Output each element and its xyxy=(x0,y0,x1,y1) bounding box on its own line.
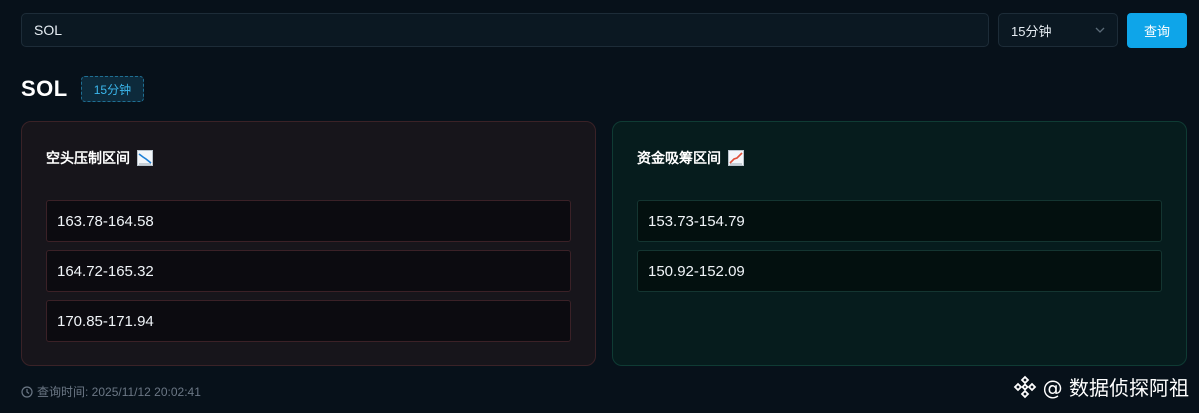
query-button-label: 查询 xyxy=(1143,24,1170,39)
watermark: @ 数据侦探阿祖 xyxy=(1013,372,1189,401)
bull-range-item: 153.73-154.79 xyxy=(637,200,1162,242)
clock-icon xyxy=(21,385,33,398)
bear-panel-title-text: 空头压制区间 xyxy=(46,150,130,166)
query-toolbar: SOL 15分钟 查询 xyxy=(21,13,1187,49)
range-value: 164.72-165.32 xyxy=(57,262,154,280)
range-value: 170.85-171.94 xyxy=(57,312,154,330)
bull-range-item: 150.92-152.09 xyxy=(637,250,1162,292)
watermark-text: @ 数据侦探阿祖 xyxy=(1042,376,1189,400)
bull-range-list: 153.73-154.79 150.92-152.09 xyxy=(637,200,1162,300)
bull-panel-title: 资金吸筹区间 xyxy=(637,148,744,168)
range-value: 150.92-152.09 xyxy=(648,262,745,280)
symbol-input[interactable]: SOL xyxy=(21,13,989,47)
chevron-down-icon xyxy=(1095,27,1105,33)
symbol-title: SOL xyxy=(21,76,68,101)
binance-logo-icon xyxy=(1013,375,1036,398)
bull-accumulation-panel: 资金吸筹区间 153.73-154.79 150.92-152.09 xyxy=(612,121,1187,366)
range-value: 153.73-154.79 xyxy=(648,212,745,230)
interval-select-value: 15分钟 xyxy=(1011,23,1052,39)
result-header: SOL 15分钟 xyxy=(21,74,145,104)
bull-panel-title-text: 资金吸筹区间 xyxy=(637,150,721,166)
query-time-text: 查询时间: 2025/11/12 20:02:41 xyxy=(37,385,201,399)
bear-range-list: 163.78-164.58 164.72-165.32 170.85-171.9… xyxy=(46,200,571,350)
chart-increasing-icon xyxy=(728,150,744,166)
bear-pressure-panel: 空头压制区间 163.78-164.58 164.72-165.32 170.8… xyxy=(21,121,596,366)
interval-select[interactable]: 15分钟 xyxy=(998,13,1118,47)
query-time: 查询时间: 2025/11/12 20:02:41 xyxy=(21,383,201,400)
bear-range-item: 164.72-165.32 xyxy=(46,250,571,292)
bear-range-item: 163.78-164.58 xyxy=(46,200,571,242)
bear-panel-title: 空头压制区间 xyxy=(46,148,153,168)
bear-range-item: 170.85-171.94 xyxy=(46,300,571,342)
symbol-input-value: SOL xyxy=(34,22,63,38)
chart-decreasing-icon xyxy=(137,150,153,166)
interval-badge: 15分钟 xyxy=(80,76,145,102)
range-value: 163.78-164.58 xyxy=(57,212,154,230)
query-button[interactable]: 查询 xyxy=(1127,13,1187,48)
